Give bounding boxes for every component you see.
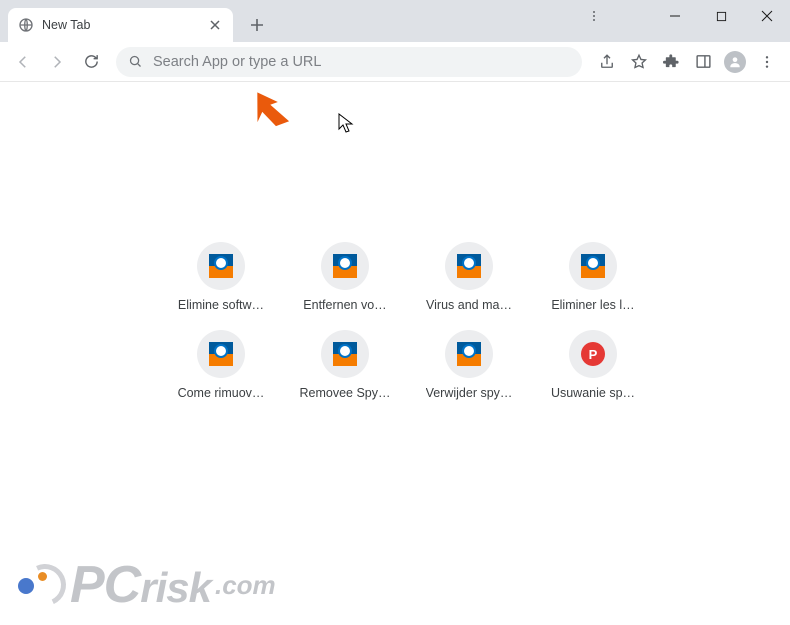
favicon-icon — [457, 342, 481, 366]
side-panel-icon[interactable] — [688, 47, 718, 77]
address-input[interactable] — [153, 54, 570, 70]
search-icon — [128, 54, 143, 69]
shortcut-label: Eliminer les l… — [551, 298, 634, 312]
watermark-text: PC — [70, 556, 140, 614]
favicon-icon: P — [581, 342, 605, 366]
tab-close-icon[interactable] — [207, 17, 223, 33]
shortcut-tile[interactable]: Eliminer les l… — [537, 242, 649, 312]
favicon-icon — [333, 342, 357, 366]
toolbar — [0, 42, 790, 82]
favicon-icon — [333, 254, 357, 278]
window-close-button[interactable] — [744, 0, 790, 32]
watermark-text: .com — [215, 570, 276, 601]
shortcut-grid: Elimine softw… Entfernen vo… Virus and m… — [165, 242, 625, 400]
tab-title: New Tab — [42, 18, 199, 32]
shortcut-tile[interactable]: Virus and ma… — [413, 242, 525, 312]
favicon-icon — [209, 342, 233, 366]
titlebar: New Tab — [0, 0, 790, 42]
favicon-icon — [209, 254, 233, 278]
nav-reload-button[interactable] — [76, 47, 106, 77]
shortcut-label: Virus and ma… — [426, 298, 512, 312]
shortcut-label: Elimine softw… — [178, 298, 264, 312]
shortcut-tile[interactable]: Elimine softw… — [165, 242, 277, 312]
window-controls — [652, 0, 790, 32]
watermark-icon — [14, 562, 74, 608]
bookmark-star-icon[interactable] — [624, 47, 654, 77]
menu-icon[interactable] — [752, 47, 782, 77]
tab-overflow-icon[interactable] — [586, 8, 602, 24]
shortcut-tile[interactable]: Come rimuov… — [165, 330, 277, 400]
favicon-icon — [457, 254, 481, 278]
nav-back-button[interactable] — [8, 47, 38, 77]
shortcut-label: Removee Spy… — [299, 386, 390, 400]
nav-forward-button[interactable] — [42, 47, 72, 77]
shortcut-label: Entfernen vo… — [303, 298, 386, 312]
new-tab-page: Elimine softw… Entfernen vo… Virus and m… — [0, 82, 790, 625]
favicon-icon — [581, 254, 605, 278]
window-maximize-button[interactable] — [698, 0, 744, 32]
shortcut-label: Come rimuov… — [178, 386, 265, 400]
shortcut-tile[interactable]: P Usuwanie sp… — [537, 330, 649, 400]
watermark-logo: PCrisk .com — [14, 555, 276, 615]
shortcut-tile[interactable]: Removee Spy… — [289, 330, 401, 400]
new-tab-button[interactable] — [243, 11, 271, 39]
browser-tab[interactable]: New Tab — [8, 8, 233, 42]
globe-icon — [18, 17, 34, 33]
share-icon[interactable] — [592, 47, 622, 77]
extensions-icon[interactable] — [656, 47, 686, 77]
shortcut-label: Verwijder spy… — [426, 386, 513, 400]
window-minimize-button[interactable] — [652, 0, 698, 32]
omnibox[interactable] — [116, 47, 582, 77]
shortcut-label: Usuwanie sp… — [551, 386, 635, 400]
shortcut-tile[interactable]: Entfernen vo… — [289, 242, 401, 312]
shortcut-tile[interactable]: Verwijder spy… — [413, 330, 525, 400]
watermark-text: risk — [140, 564, 211, 611]
profile-avatar[interactable] — [720, 47, 750, 77]
avatar-icon — [724, 51, 746, 73]
